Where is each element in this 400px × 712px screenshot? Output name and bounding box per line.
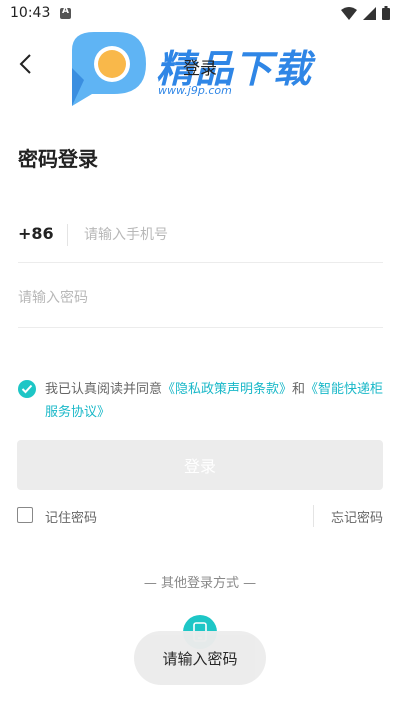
app-a-icon — [60, 6, 71, 19]
password-row — [18, 274, 383, 328]
status-time: 10:43 — [10, 5, 51, 21]
phone-row: +86 — [18, 210, 383, 263]
status-icons — [341, 5, 390, 21]
other-login-label: — 其他登录方式 — — [143, 576, 257, 591]
forgot-password-link[interactable]: 忘记密码 — [331, 507, 383, 526]
wifi-icon — [341, 6, 357, 20]
checkmark-icon — [21, 384, 33, 394]
login-page: 10:43 精品下载 www.j9p.com — [0, 0, 400, 712]
country-code[interactable]: +86 — [18, 224, 54, 243]
password-input[interactable] — [18, 287, 378, 309]
remember-password-checkbox[interactable] — [17, 507, 33, 523]
phone-input[interactable] — [84, 224, 374, 246]
battery-icon — [382, 6, 390, 20]
agreement-prefix: 我已认真阅读并同意 — [45, 382, 163, 397]
login-button[interactable]: 登录 — [17, 440, 383, 490]
remember-password-label[interactable]: 记住密码 — [45, 507, 97, 526]
page-title: 密码登录 — [18, 147, 98, 171]
agreement-checkbox[interactable] — [18, 380, 36, 398]
header-title: 登录 — [183, 59, 217, 79]
privacy-policy-link[interactable]: 《隐私政策声明条款》 — [162, 382, 292, 397]
remember-divider — [313, 505, 314, 527]
signal-icon — [363, 6, 376, 20]
agreement-text: 我已认真阅读并同意《隐私政策声明条款》和《智能快递柜服务协议》 — [45, 378, 390, 424]
status-bar: 10:43 — [0, 0, 400, 28]
phone-divider — [67, 224, 68, 246]
toast-message: 请输入密码 — [134, 631, 266, 685]
agreement-joiner: 和 — [292, 382, 306, 397]
watermark-url: www.j9p.com — [158, 84, 232, 97]
